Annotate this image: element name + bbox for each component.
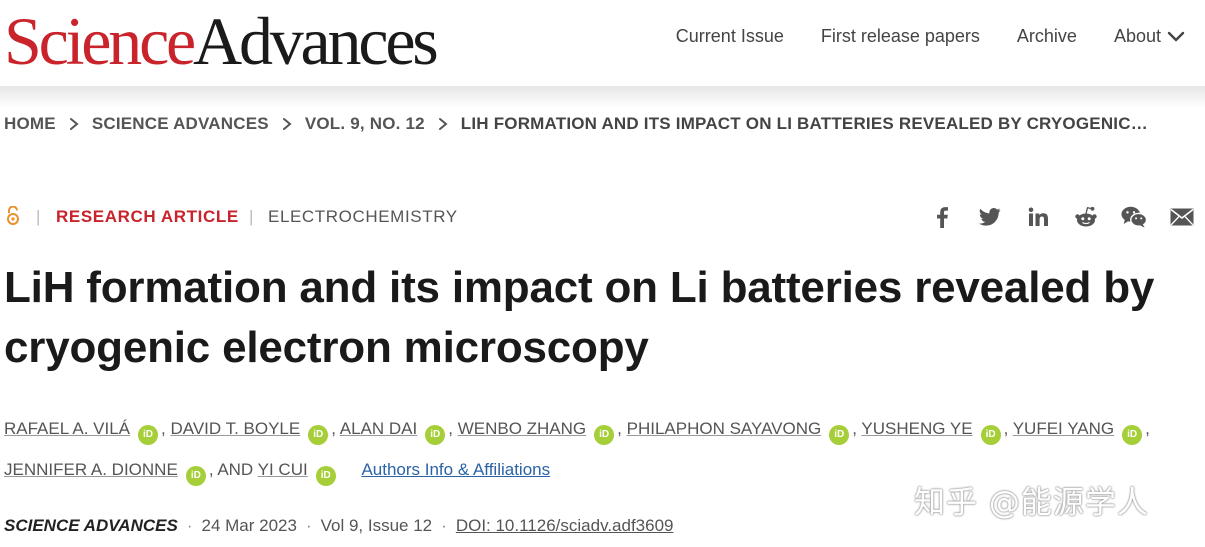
nav-current-issue[interactable]: Current Issue: [676, 26, 784, 47]
share-bar: [907, 204, 1195, 230]
citation-line: SCIENCE ADVANCES · 24 Mar 2023 · Vol 9, Issu…: [4, 516, 674, 536]
site-header: ScienceAdvances Current Issue First rele…: [0, 0, 1205, 86]
citation-dot: ·: [441, 516, 447, 535]
logo-advances-text: Advances: [193, 3, 439, 79]
author-name[interactable]: YUFEI YANG: [1013, 419, 1114, 438]
article-type-label[interactable]: RESEARCH ARTICLE: [56, 207, 239, 227]
nav-about-label: About: [1113, 26, 1161, 46]
wechat-icon[interactable]: [1121, 204, 1147, 230]
chevron-right-icon: [438, 117, 448, 131]
twitter-icon[interactable]: [977, 204, 1003, 230]
orcid-icon[interactable]: iD: [185, 466, 206, 486]
nav-archive[interactable]: Archive: [1017, 26, 1077, 47]
orcid-icon[interactable]: iD: [315, 466, 336, 486]
chevron-right-icon: [69, 117, 79, 131]
science-advances-logo[interactable]: ScienceAdvances: [4, 3, 439, 79]
author-name[interactable]: WENBO ZHANG: [458, 419, 586, 438]
chevron-down-icon: [1167, 31, 1185, 41]
meta-divider: |: [249, 207, 254, 226]
orcid-icon[interactable]: iD: [829, 425, 850, 445]
email-icon[interactable]: [1169, 204, 1195, 230]
author-name[interactable]: JENNIFER A. DIONNE: [4, 460, 178, 479]
open-access-icon: [6, 205, 20, 231]
author-separator: ,: [331, 419, 336, 438]
publication-date: 24 Mar 2023: [201, 516, 297, 535]
chevron-right-icon: [282, 117, 292, 131]
breadcrumb-volume[interactable]: VOL. 9, NO. 12: [305, 114, 425, 134]
breadcrumb-home[interactable]: HOME: [4, 114, 56, 134]
header-shadow: [0, 86, 1205, 108]
breadcrumb-current-article: LIH FORMATION AND ITS IMPACT ON LI BATTE…: [460, 114, 1148, 133]
breadcrumb-science-advances[interactable]: SCIENCE ADVANCES: [92, 114, 269, 134]
author-name[interactable]: YUSHENG YE: [861, 419, 972, 438]
author-and-text: , AND: [208, 460, 254, 479]
orcid-icon[interactable]: iD: [980, 425, 1001, 445]
author-separator: ,: [448, 419, 453, 438]
linkedin-icon[interactable]: [1025, 204, 1051, 230]
facebook-icon[interactable]: [929, 204, 955, 230]
reddit-icon[interactable]: [1073, 204, 1099, 230]
logo-science-text: Science: [4, 3, 196, 79]
nav-first-release-papers[interactable]: First release papers: [821, 26, 980, 47]
orcid-icon[interactable]: iD: [425, 425, 446, 445]
orcid-icon[interactable]: iD: [308, 425, 329, 445]
main-nav: Current Issue First release papers Archi…: [639, 26, 1185, 47]
meta-divider: |: [36, 207, 41, 226]
journal-name[interactable]: SCIENCE ADVANCES: [4, 516, 178, 535]
author-name[interactable]: PHILAPHON SAYAVONG: [627, 419, 822, 438]
orcid-icon[interactable]: iD: [1122, 425, 1143, 445]
author-separator: ,: [852, 419, 857, 438]
author-separator: ,: [1145, 419, 1150, 438]
breadcrumb: HOME SCIENCE ADVANCES VOL. 9, NO. 12 LIH…: [4, 114, 1148, 134]
author-name[interactable]: RAFAEL A. VILÁ: [4, 419, 130, 438]
citation-dot: ·: [305, 516, 312, 535]
author-name[interactable]: YI CUI: [258, 460, 308, 479]
zhihu-watermark: 知乎 @能源学人: [914, 485, 1149, 521]
volume-issue[interactable]: Vol 9, Issue 12: [321, 516, 433, 535]
author-separator: ,: [161, 419, 166, 438]
subject-label[interactable]: ELECTROCHEMISTRY: [268, 207, 458, 227]
nav-about[interactable]: About: [1114, 26, 1185, 47]
author-name[interactable]: ALAN DAI: [340, 419, 417, 438]
citation-dot: ·: [186, 516, 193, 535]
doi-link[interactable]: DOI: 10.1126/sciadv.adf3609: [456, 516, 674, 535]
authors-info-affiliations-link[interactable]: Authors Info & Affiliations: [361, 460, 550, 479]
author-separator: ,: [617, 419, 622, 438]
author-name[interactable]: DAVID T. BOYLE: [170, 419, 300, 438]
article-title: LiH formation and its impact on Li batte…: [4, 263, 1155, 372]
author-separator: ,: [1003, 419, 1009, 438]
orcid-icon[interactable]: iD: [138, 425, 158, 445]
article-meta-row: | RESEARCH ARTICLE | ELECTROCHEMISTRY: [0, 204, 1205, 230]
orcid-icon[interactable]: iD: [594, 425, 615, 445]
